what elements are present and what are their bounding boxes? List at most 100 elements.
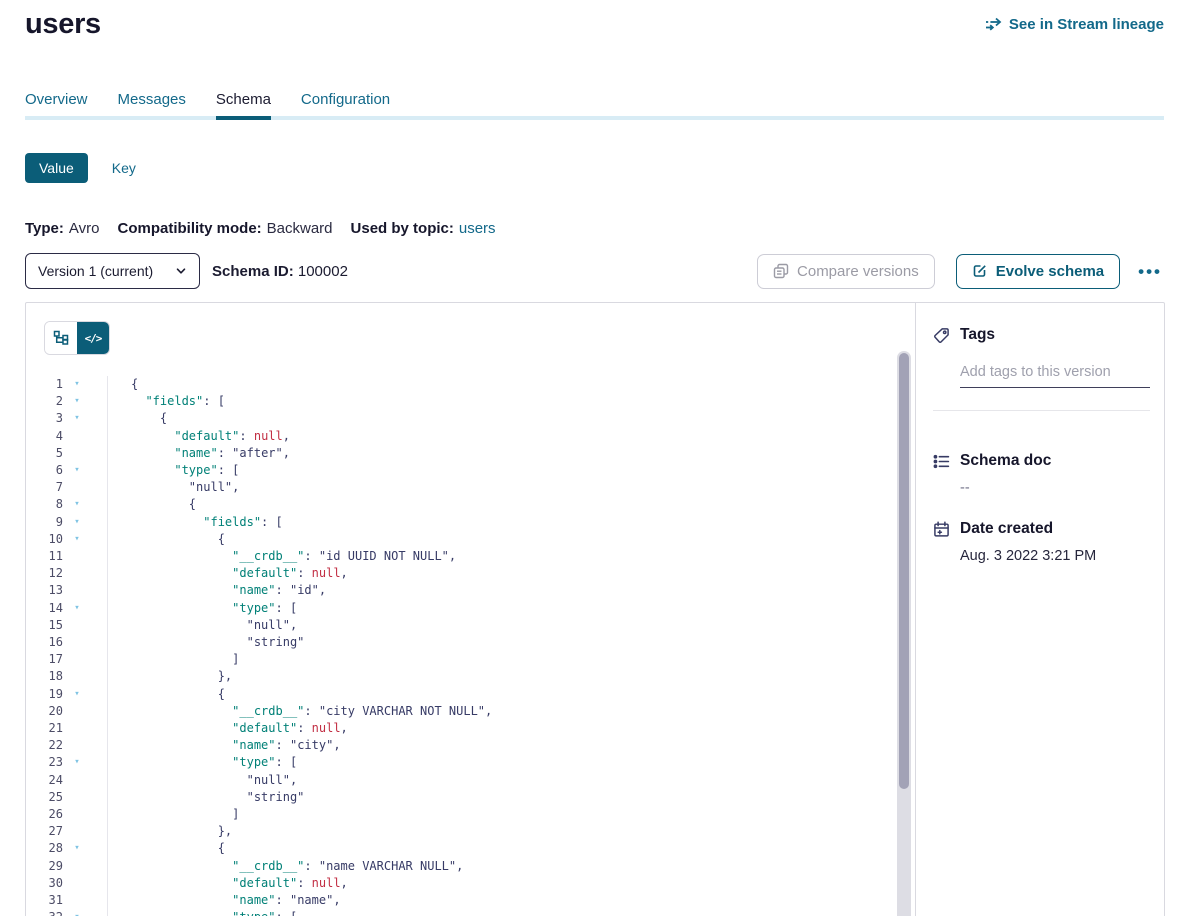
fold-toggle-icon[interactable]: ▾ xyxy=(63,462,91,479)
tab-messages[interactable]: Messages xyxy=(118,91,186,116)
fold-toggle-icon[interactable]: ▾ xyxy=(63,531,91,548)
line-number: 22 xyxy=(26,737,63,754)
code-line[interactable]: 13 "name": "id", xyxy=(26,582,915,599)
json-punctuation: , xyxy=(290,618,297,632)
schema-id-value: 100002 xyxy=(298,263,348,280)
code-line[interactable]: 17 ] xyxy=(26,651,915,668)
code-line[interactable]: 9▾ "fields": [ xyxy=(26,514,915,531)
code-line[interactable]: 20 "__crdb__": "city VARCHAR NOT NULL", xyxy=(26,703,915,720)
code-line[interactable]: 16 "string" xyxy=(26,634,915,651)
code-line[interactable]: 3▾ { xyxy=(26,410,915,427)
more-options-button[interactable]: ••• xyxy=(1136,259,1164,284)
fold-toggle-icon[interactable]: ▾ xyxy=(63,686,91,703)
code-line[interactable]: 23▾ "type": [ xyxy=(26,754,915,771)
tab-schema[interactable]: Schema xyxy=(216,91,271,116)
fold-toggle-icon[interactable]: ▾ xyxy=(63,840,91,857)
scrollbar-thumb[interactable] xyxy=(899,353,909,789)
code-text: "default": null, xyxy=(108,428,290,445)
json-punctuation: , xyxy=(290,773,297,787)
editor-scrollbar[interactable] xyxy=(897,351,911,916)
json-punctuation: { xyxy=(131,411,167,425)
line-number: 32 xyxy=(26,909,63,916)
evolve-schema-icon xyxy=(972,263,988,279)
code-line[interactable]: 14▾ "type": [ xyxy=(26,600,915,617)
json-key: "name" xyxy=(232,738,275,752)
fold-toggle-icon[interactable]: ▾ xyxy=(63,909,91,916)
code-line[interactable]: 27 }, xyxy=(26,823,915,840)
editor-gutter: 28▾ xyxy=(26,840,108,857)
compare-versions-button[interactable]: Compare versions xyxy=(757,254,935,289)
code-line[interactable]: 19▾ { xyxy=(26,686,915,703)
code-text: }, xyxy=(108,668,232,685)
fold-toggle-icon[interactable]: ▾ xyxy=(63,410,91,427)
json-punctuation: ] xyxy=(131,807,239,821)
code-line[interactable]: 8▾ { xyxy=(26,496,915,513)
code-line[interactable]: 6▾ "type": [ xyxy=(26,462,915,479)
line-number: 17 xyxy=(26,651,63,668)
code-line[interactable]: 32▾ "type": [ xyxy=(26,909,915,916)
tree-view-button[interactable] xyxy=(45,322,77,354)
fold-toggle-icon[interactable]: ▾ xyxy=(63,496,91,513)
code-line[interactable]: 11 "__crdb__": "id UUID NOT NULL", xyxy=(26,548,915,565)
json-punctuation: : xyxy=(304,704,318,718)
code-text: ] xyxy=(108,806,239,823)
code-text: "null", xyxy=(108,479,239,496)
code-line[interactable]: 21 "default": null, xyxy=(26,720,915,737)
schema-doc-value: -- xyxy=(960,480,1150,496)
code-line[interactable]: 26 ] xyxy=(26,806,915,823)
line-number: 27 xyxy=(26,823,63,840)
code-line[interactable]: 10▾ { xyxy=(26,531,915,548)
fold-toggle-icon[interactable]: ▾ xyxy=(63,754,91,771)
line-number: 18 xyxy=(26,668,63,685)
code-line[interactable]: 28▾ { xyxy=(26,840,915,857)
code-line[interactable]: 5 "name": "after", xyxy=(26,445,915,462)
fold-toggle-icon[interactable]: ▾ xyxy=(63,376,91,393)
code-line[interactable]: 1▾{ xyxy=(26,376,915,393)
json-string: "null" xyxy=(189,480,232,494)
stream-lineage-link[interactable]: See in Stream lineage xyxy=(985,16,1164,33)
code-view-button[interactable]: </> xyxy=(77,322,109,354)
value-toggle-button[interactable]: Value xyxy=(25,153,88,183)
code-text: "default": null, xyxy=(108,565,348,582)
json-punctuation: , xyxy=(449,549,456,563)
tab-configuration[interactable]: Configuration xyxy=(301,91,390,116)
fold-spacer xyxy=(63,582,91,599)
fold-spacer xyxy=(63,634,91,651)
used-by-topic-link[interactable]: users xyxy=(459,220,496,237)
version-select[interactable]: Version 1 (current) xyxy=(25,253,200,289)
key-toggle-button[interactable]: Key xyxy=(112,160,136,176)
add-tags-input[interactable] xyxy=(960,364,1150,388)
code-line[interactable]: 7 "null", xyxy=(26,479,915,496)
json-punctuation: , xyxy=(341,721,348,735)
fold-toggle-icon[interactable]: ▾ xyxy=(63,514,91,531)
code-line[interactable]: 31 "name": "name", xyxy=(26,892,915,909)
json-punctuation xyxy=(131,893,232,907)
code-line[interactable]: 22 "name": "city", xyxy=(26,737,915,754)
code-line[interactable]: 29 "__crdb__": "name VARCHAR NULL", xyxy=(26,858,915,875)
code-text: }, xyxy=(108,823,232,840)
stream-lineage-label: See in Stream lineage xyxy=(1009,16,1164,33)
json-punctuation: : xyxy=(304,859,318,873)
tab-overview[interactable]: Overview xyxy=(25,91,88,116)
schema-id-field: Schema ID: 100002 xyxy=(212,263,348,280)
evolve-schema-button[interactable]: Evolve schema xyxy=(956,254,1120,289)
code-editor[interactable]: 1▾{2▾ "fields": [3▾ {4 "default": null,5… xyxy=(26,376,915,916)
code-line[interactable]: 24 "null", xyxy=(26,772,915,789)
fold-toggle-icon[interactable]: ▾ xyxy=(63,600,91,617)
json-punctuation: , xyxy=(456,859,463,873)
fold-spacer xyxy=(63,892,91,909)
date-created-section: Date created Aug. 3 2022 3:21 PM xyxy=(933,520,1150,564)
code-line[interactable]: 18 }, xyxy=(26,668,915,685)
code-line[interactable]: 4 "default": null, xyxy=(26,428,915,445)
code-line[interactable]: 15 "null", xyxy=(26,617,915,634)
code-text: ] xyxy=(108,651,239,668)
json-key: "type" xyxy=(232,910,275,916)
code-line[interactable]: 2▾ "fields": [ xyxy=(26,393,915,410)
code-text: { xyxy=(108,410,167,427)
code-text: "type": [ xyxy=(108,909,297,916)
json-string: "null" xyxy=(247,618,290,632)
code-line[interactable]: 25 "string" xyxy=(26,789,915,806)
code-line[interactable]: 30 "default": null, xyxy=(26,875,915,892)
fold-toggle-icon[interactable]: ▾ xyxy=(63,393,91,410)
code-line[interactable]: 12 "default": null, xyxy=(26,565,915,582)
